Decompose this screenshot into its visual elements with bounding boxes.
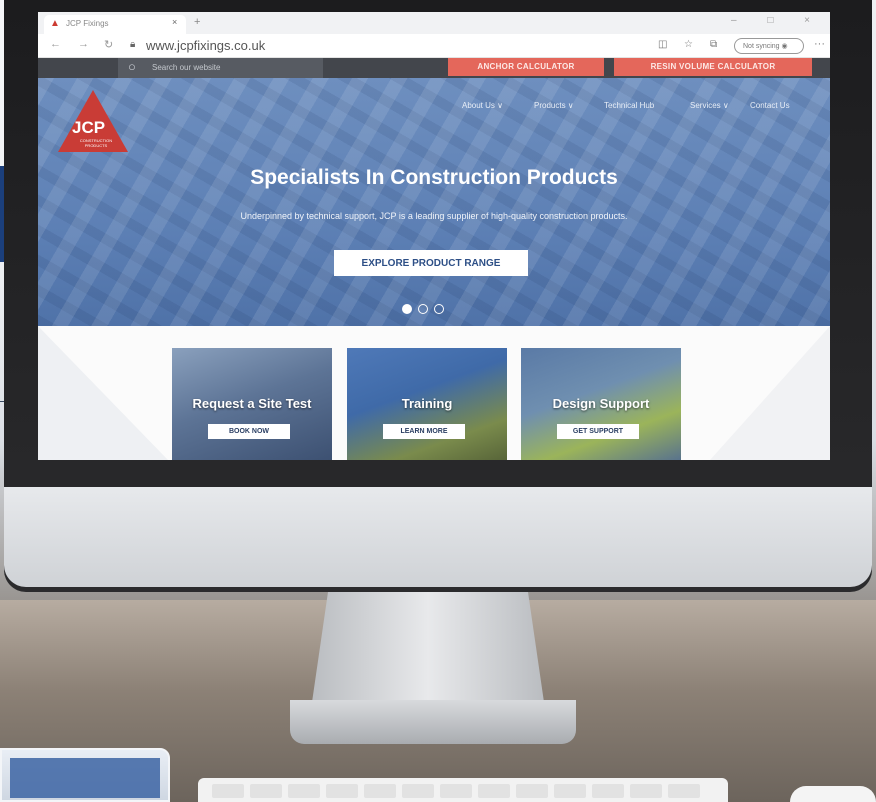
carousel-dot-3[interactable] xyxy=(434,304,444,314)
tab-bar: ▲ JCP Fixings × + – □ × xyxy=(38,12,830,34)
tablet-screen xyxy=(10,758,160,798)
keyboard-key xyxy=(326,784,358,798)
keyboard-key xyxy=(554,784,586,798)
decorative-triangle xyxy=(38,326,168,460)
url-field[interactable]: www.jcpfixings.co.uk xyxy=(146,38,265,53)
collections-icon[interactable]: ⧉ xyxy=(710,39,717,50)
keyboard-key xyxy=(516,784,548,798)
mouse xyxy=(790,786,876,802)
explore-products-button[interactable]: EXPLORE PRODUCT RANGE xyxy=(334,250,528,276)
nav-services[interactable]: Services ∨ xyxy=(690,101,729,110)
learn-more-button[interactable]: LEARN MORE xyxy=(383,424,465,439)
get-support-button[interactable]: GET SUPPORT xyxy=(557,424,639,439)
site-top-bar: ○ Search our website ANCHOR CALCULATOR R… xyxy=(38,58,830,78)
site-test-card[interactable]: Request a Site Test BOOK NOW xyxy=(172,348,332,460)
nav-about-us[interactable]: About Us ∨ xyxy=(462,101,503,110)
sync-button[interactable]: Not syncing ◉ xyxy=(734,38,804,54)
lock-icon: 🔒︎ xyxy=(130,39,136,50)
nav-contact-us[interactable]: Contact Us xyxy=(750,101,790,110)
keyboard-key xyxy=(668,784,700,798)
hero-banner xyxy=(38,78,830,326)
new-tab-icon[interactable]: + xyxy=(194,16,200,28)
monitor-stand xyxy=(310,586,546,716)
card-title: Design Support xyxy=(552,396,650,411)
hero-subtitle: Underpinned by technical support, JCP is… xyxy=(240,211,628,221)
design-support-card[interactable]: Design Support GET SUPPORT xyxy=(521,348,681,460)
carousel-dot-1[interactable] xyxy=(402,304,412,314)
site-favicon-icon: ▲ xyxy=(50,18,60,29)
keyboard-key xyxy=(288,784,320,798)
jcp-logo[interactable]: JCP CONSTRUCTION PRODUCTS xyxy=(58,90,128,152)
keyboard-key xyxy=(478,784,510,798)
sync-label: Not syncing xyxy=(743,43,780,50)
hero-title: Specialists In Construction Products xyxy=(250,166,618,189)
decorative-triangle xyxy=(710,326,830,460)
search-input[interactable]: ○ Search our website xyxy=(118,58,323,78)
browser-tab[interactable]: ▲ JCP Fixings × xyxy=(44,15,186,34)
keyboard-key xyxy=(250,784,282,798)
keyboard-key xyxy=(402,784,434,798)
address-bar: ← → ↻ 🔒︎ www.jcpfixings.co.uk ◫ ☆ ⧉ Not … xyxy=(38,34,830,58)
search-icon: ○ xyxy=(128,59,136,74)
keyboard xyxy=(198,778,728,802)
refresh-icon[interactable]: ↻ xyxy=(104,38,113,51)
search-placeholder: Search our website xyxy=(152,63,221,72)
keyboard-key xyxy=(212,784,244,798)
services-section: Request a Site Test BOOK NOW Training LE… xyxy=(38,326,830,460)
nav-products[interactable]: Products ∨ xyxy=(534,101,574,110)
keyboard-key xyxy=(630,784,662,798)
logo-subtext: CONSTRUCTION PRODUCTS xyxy=(79,138,113,148)
keyboard-key xyxy=(592,784,624,798)
browser-window: ▲ JCP Fixings × + – □ × ← → ↻ 🔒︎ www.jcp… xyxy=(38,12,830,460)
forward-icon[interactable]: → xyxy=(78,38,89,50)
window-controls[interactable]: – □ × xyxy=(731,15,824,26)
favorite-icon[interactable]: ☆ xyxy=(684,39,693,50)
card-title: Training xyxy=(401,396,453,411)
reading-view-icon[interactable]: ◫ xyxy=(658,39,667,50)
tab-close-icon[interactable]: × xyxy=(172,17,177,27)
tab-title: JCP Fixings xyxy=(66,19,109,28)
logo-text: JCP xyxy=(72,118,106,137)
resin-calculator-button[interactable]: RESIN VOLUME CALCULATOR xyxy=(614,58,812,76)
card-title: Request a Site Test xyxy=(192,396,312,411)
keyboard-key xyxy=(364,784,396,798)
training-card[interactable]: Training LEARN MORE xyxy=(347,348,507,460)
tablet-device xyxy=(0,748,170,802)
monitor-stand-base xyxy=(290,700,576,744)
nav-technical-hub[interactable]: Technical Hub xyxy=(604,101,654,110)
back-icon[interactable]: ← xyxy=(50,38,61,50)
monitor-chin xyxy=(4,487,872,587)
keyboard-key xyxy=(440,784,472,798)
more-icon[interactable]: ··· xyxy=(814,38,825,50)
anchor-calculator-button[interactable]: ANCHOR CALCULATOR xyxy=(448,58,604,76)
book-now-button[interactable]: BOOK NOW xyxy=(208,424,290,439)
carousel-dot-2[interactable] xyxy=(418,304,428,314)
